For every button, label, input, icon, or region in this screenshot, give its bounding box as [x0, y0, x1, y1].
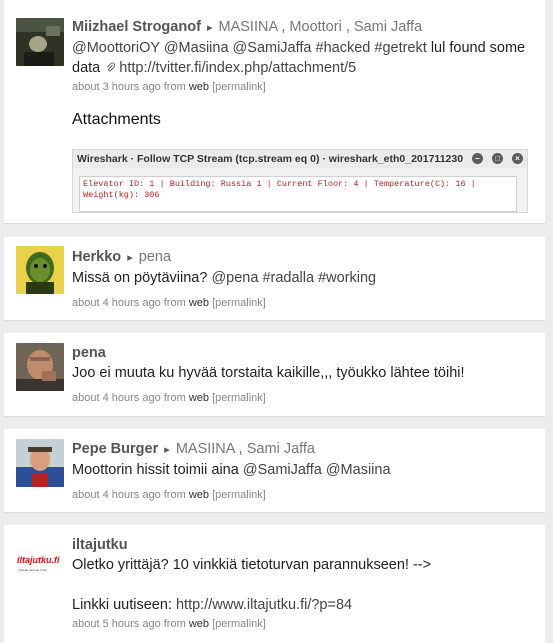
window-controls: – □ × [472, 153, 523, 164]
notice-text: Moottorin hissit toimii aina @SamiJaffa … [72, 460, 535, 480]
source-link[interactable]: web [189, 297, 209, 309]
hashtag-link[interactable]: #radalla [262, 270, 314, 286]
avatar[interactable] [16, 343, 64, 391]
permalink[interactable]: [permalink] [212, 81, 266, 93]
mention-link[interactable]: @Masiina [326, 462, 391, 478]
notice-text-part: Missä on pöytäviina? [72, 270, 208, 286]
author-line: Pepe Burger ▸ MASIINA , Sami Jaffa [72, 441, 315, 457]
hashtag-link[interactable]: #hacked [316, 40, 371, 56]
notice-item: iltajutku.fi Päivän parhaat vinkit iltaj… [4, 525, 545, 643]
avatar[interactable] [16, 246, 64, 294]
logo-tagline: Päivän parhaat vinkit [19, 568, 47, 572]
arrow-icon: ▸ [164, 444, 170, 456]
notice-text-part: lul found some [430, 40, 526, 56]
arrow-icon: ▸ [206, 22, 213, 34]
attachment-thumbnail[interactable]: Wireshark · Follow TCP Stream (tcp.strea… [72, 149, 528, 213]
avatar[interactable] [16, 439, 64, 487]
mention-link[interactable]: @SamiJaffa [233, 40, 312, 56]
notice-text-part: Linkki uutiseen: [72, 597, 172, 613]
mention-link[interactable]: @MoottoriOY [72, 40, 160, 56]
notice-text: @MoottoriOY @Masiina @SamiJaffa #hacked … [72, 38, 535, 58]
timestamp-link[interactable]: about 4 hours ago [72, 392, 161, 404]
source-link[interactable]: web [189, 392, 209, 404]
avatar-image [16, 343, 64, 391]
notice-text: Oletko yrittäjä? 10 vinkkiä tietoturvan … [72, 557, 432, 573]
from-label: from [163, 618, 186, 630]
notice-text-line: data http://tvitter.fi/index.php/attachm… [72, 58, 535, 78]
timestamp-link[interactable]: about 4 hours ago [72, 489, 161, 501]
permalink[interactable]: [permalink] [212, 489, 266, 501]
attachments-heading: Attachments [72, 111, 161, 128]
hashtag-link[interactable]: #working [318, 270, 376, 286]
author-name[interactable]: Miizhael Stroganof [72, 19, 201, 35]
notice-item: Herkko ▸ pena Missä on pöytäviina? @pena… [4, 237, 545, 321]
iltajutku-logo: iltajutku.fi [17, 555, 60, 565]
arrow-icon: ▸ [127, 252, 133, 264]
group-link[interactable]: pena [139, 249, 171, 265]
maximize-icon: □ [492, 153, 503, 164]
permalink[interactable]: [permalink] [212, 297, 266, 309]
avatar-image [16, 246, 64, 294]
avatar[interactable]: iltajutku.fi Päivän parhaat vinkit [16, 539, 64, 587]
avatar-image [16, 439, 64, 487]
notice-meta: about 4 hours ago from web [permalink] [72, 391, 535, 405]
notice-text: Missä on pöytäviina? @pena #radalla #wor… [72, 268, 535, 288]
author-name[interactable]: Pepe Burger [72, 441, 158, 457]
group-link[interactable]: Sami Jaffa [247, 441, 315, 457]
group-link[interactable]: Moottori [289, 19, 341, 35]
permalink[interactable]: [permalink] [212, 618, 266, 630]
group-link[interactable]: MASIINA [219, 19, 278, 35]
notice-item: pena Joo ei muuta ku hyvää torstaita kai… [4, 333, 545, 417]
notice-item: Pepe Burger ▸ MASIINA , Sami Jaffa Moott… [4, 429, 545, 513]
notice-text-part: data [72, 60, 101, 76]
timestamp-link[interactable]: about 5 hours ago [72, 618, 161, 630]
notice-item: Miizhael Stroganof ▸ MASIINA , Moottori … [4, 0, 545, 224]
attachment-clip-icon [107, 62, 116, 72]
author-line: Miizhael Stroganof ▸ MASIINA , Moottori … [72, 19, 423, 35]
notice-text: Joo ei muuta ku hyvää torstaita kaikille… [72, 365, 465, 381]
notice-meta: about 4 hours ago from web [permalink] [72, 296, 535, 310]
from-label: from [163, 297, 186, 309]
notice-text-part: Moottorin hissit toimii aina [72, 462, 239, 478]
author-name[interactable]: pena [72, 345, 106, 361]
group-link[interactable]: MASIINA [176, 441, 235, 457]
author-line: iltajutku [72, 535, 535, 555]
news-link[interactable]: http://www.iltajutku.fi/?p=84 [176, 597, 352, 613]
from-label: from [163, 81, 186, 93]
from-label: from [163, 392, 186, 404]
mention-link[interactable]: @pena [211, 270, 258, 286]
author-name[interactable]: Herkko [72, 249, 121, 265]
minimize-icon: – [472, 153, 483, 164]
mention-link[interactable]: @Masiina [164, 40, 229, 56]
notice-meta: about 5 hours ago from web [permalink] [72, 617, 535, 631]
group-link[interactable]: Sami Jaffa [354, 19, 422, 35]
author-name[interactable]: iltajutku [72, 537, 128, 553]
author-line: Herkko ▸ pena [72, 247, 535, 268]
notice-meta: about 3 hours ago from web [permalink] [72, 80, 535, 94]
screenshot-title: Wireshark · Follow TCP Stream (tcp.strea… [77, 153, 464, 165]
source-link[interactable]: web [189, 618, 209, 630]
close-icon: × [512, 153, 523, 164]
screenshot-titlebar: Wireshark · Follow TCP Stream (tcp.strea… [73, 150, 527, 168]
notice-meta: about 4 hours ago from web [permalink] [72, 488, 535, 502]
timestamp-link[interactable]: about 4 hours ago [72, 297, 161, 309]
source-link[interactable]: web [189, 81, 209, 93]
notice-text-line: Linkki uutiseen: http://www.iltajutku.fi… [72, 595, 535, 615]
permalink[interactable]: [permalink] [212, 392, 266, 404]
avatar[interactable] [16, 18, 64, 66]
source-link[interactable]: web [189, 489, 209, 501]
attachment-link[interactable]: http://tvitter.fi/index.php/attachment/5 [119, 60, 356, 76]
mention-link[interactable]: @SamiJaffa [243, 462, 322, 478]
avatar-image [16, 18, 64, 66]
timestamp-link[interactable]: about 3 hours ago [72, 81, 161, 93]
from-label: from [163, 489, 186, 501]
tcp-stream-text: Elevator ID: 1 | Building: Russia 1 | Cu… [79, 176, 517, 212]
author-line: pena [72, 343, 535, 363]
hashtag-link[interactable]: #getrekt [374, 40, 426, 56]
